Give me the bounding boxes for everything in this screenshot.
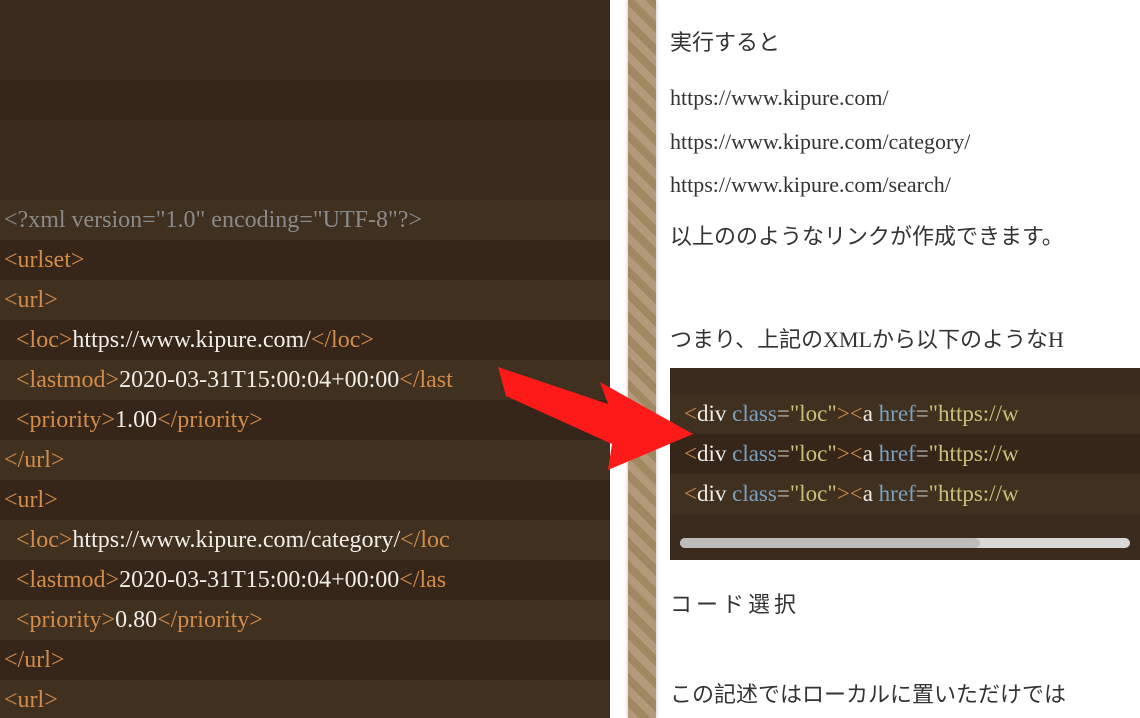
url-item: https://www.kipure.com/search/	[670, 166, 1140, 203]
paragraph: この記述ではローカルに置いただけでは	[670, 676, 1140, 713]
code-line: <priority>1.00</priority>	[0, 400, 610, 440]
paragraph: つまり、上記のXMLから以下のようなH	[670, 321, 1140, 358]
code-line: <priority>0.80</priority>	[0, 600, 610, 640]
paragraph: 実行すると	[670, 24, 1140, 61]
code-line: <lastmod>2020-03-31T15:00:04+00:00</last	[0, 360, 610, 400]
code-line: </url>	[0, 640, 610, 680]
code-line	[0, 80, 610, 120]
scrollbar-track[interactable]	[670, 524, 1140, 560]
code-line: <div class="loc"><a href="https://w	[670, 474, 1140, 514]
code-line: <url>	[0, 480, 610, 520]
xml-code-block: <?xml version="1.0" encoding="UTF-8"?><u…	[0, 0, 610, 718]
url-item: https://www.kipure.com/	[670, 79, 1140, 116]
code-line: <urlset>	[0, 240, 610, 280]
article-text: 実行すると https://www.kipure.com/ https://ww…	[670, 0, 1140, 718]
code-line: <div class="loc"><a href="https://w	[670, 394, 1140, 434]
code-line: <url>	[0, 680, 610, 718]
code-line: <lastmod>2020-03-31T15:00:04+00:00</las	[0, 560, 610, 600]
code-select-label[interactable]: コード選択	[670, 586, 1140, 623]
paragraph: 以上ののようなリンクが作成できます。	[670, 218, 1140, 255]
vertical-divider	[610, 0, 666, 718]
code-line: <loc>https://www.kipure.com/</loc>	[0, 320, 610, 360]
html-code-block: <div class="loc"><a href="https://w<div …	[670, 368, 1140, 524]
url-list: https://www.kipure.com/ https://www.kipu…	[670, 79, 1140, 203]
code-line: </url>	[0, 440, 610, 480]
code-line: <div class="loc"><a href="https://w	[670, 434, 1140, 474]
code-line: <url>	[0, 280, 610, 320]
code-line: <loc>https://www.kipure.com/category/</l…	[0, 520, 610, 560]
code-line: <?xml version="1.0" encoding="UTF-8"?>	[0, 200, 610, 240]
url-item: https://www.kipure.com/category/	[670, 123, 1140, 160]
